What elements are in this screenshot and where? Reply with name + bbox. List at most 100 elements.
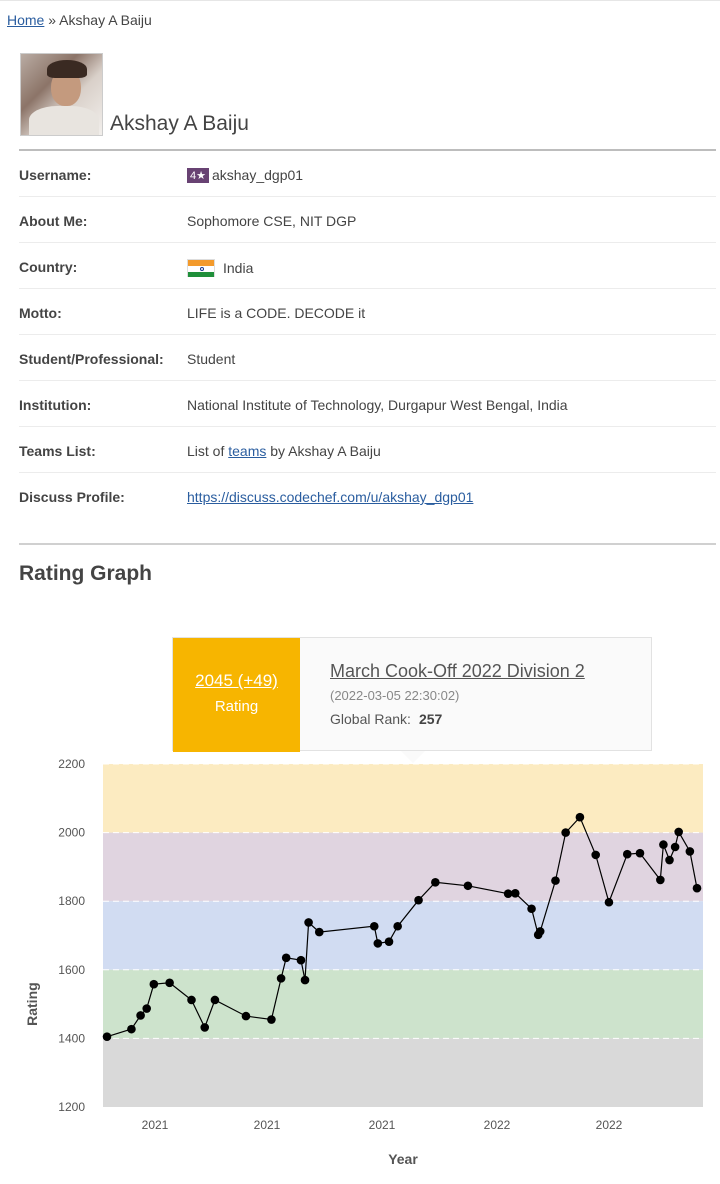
graph-divider xyxy=(19,543,716,545)
institution-value: National Institute of Technology, Durgap… xyxy=(187,397,568,413)
rating-graph-title: Rating Graph xyxy=(19,562,153,585)
rating-point xyxy=(276,974,286,983)
tooltip-global-rank: Global Rank: 257 xyxy=(330,711,442,727)
tooltip-contest-link[interactable]: March Cook-Off 2022 Division 2 xyxy=(330,661,585,682)
teams-suffix: by Akshay A Baiju xyxy=(270,443,381,459)
rating-point xyxy=(300,975,310,985)
country-value: India xyxy=(187,259,253,277)
rating-point xyxy=(510,889,520,898)
rating-point xyxy=(304,918,313,927)
avatar xyxy=(20,53,103,136)
discuss-profile-link[interactable]: https://discuss.codechef.com/u/akshay_dg… xyxy=(187,489,473,505)
rating-point xyxy=(393,921,402,931)
breadcrumb-separator: » xyxy=(48,12,57,28)
rating-point xyxy=(635,848,645,858)
info-row-username: Username: 4★ akshay_dgp01 xyxy=(19,151,716,197)
y-axis-title: Rating xyxy=(24,982,40,1026)
rating-point xyxy=(149,979,159,989)
student-value: Student xyxy=(187,351,236,367)
teams-prefix: List of xyxy=(187,443,225,459)
rating-chart: 1200 1400 1600 1800 2000 2200 2021 2021 2021 2022… xyxy=(24,757,703,1167)
tooltip-rating-label: Rating xyxy=(214,698,259,715)
y-tick-label: 1800 xyxy=(58,894,85,908)
rating-point xyxy=(142,1004,152,1013)
y-tick-label: 1200 xyxy=(58,1100,85,1114)
rating-point xyxy=(281,953,291,963)
rating-point xyxy=(685,847,695,856)
country-label: Country: xyxy=(19,259,78,275)
rating-point xyxy=(136,1011,145,1020)
rating-point xyxy=(296,955,306,965)
username-text: akshay_dgp01 xyxy=(211,167,304,183)
x-tick-label: 2021 xyxy=(254,1118,281,1132)
breadcrumb-home-link[interactable]: Home xyxy=(7,12,44,28)
x-tick-label: 2022 xyxy=(484,1118,511,1132)
rating-point xyxy=(267,1015,276,1024)
tooltip-rating-value[interactable]: 2045 (+49) xyxy=(173,671,300,691)
india-flag-icon xyxy=(187,259,215,277)
rating-point xyxy=(591,850,600,860)
rating-point xyxy=(210,995,220,1005)
info-row-student: Student/Professional: Student xyxy=(19,335,716,381)
contest-tooltip: 2045 (+49) Rating March Cook-Off 2022 Di… xyxy=(172,637,652,763)
rating-point xyxy=(384,937,394,946)
rating-point xyxy=(656,875,665,885)
motto-value: LIFE is a CODE. DECODE it xyxy=(187,305,366,321)
rating-point xyxy=(200,1023,210,1032)
rating-point xyxy=(102,1032,112,1041)
rating-point xyxy=(551,876,560,885)
rating-point xyxy=(431,878,440,887)
y-tick-label: 1400 xyxy=(58,1031,85,1045)
rating-point xyxy=(659,840,668,849)
tooltip-rating-panel: 2045 (+49) Rating xyxy=(173,638,300,752)
student-label: Student/Professional: xyxy=(19,351,164,367)
about-value: Sophomore CSE, NIT DGP xyxy=(187,213,357,229)
x-tick-label: 2021 xyxy=(142,1118,169,1132)
breadcrumb: Home » Akshay A Baiju xyxy=(7,12,152,28)
x-axis-title: Year xyxy=(388,1151,418,1167)
rating-point xyxy=(622,849,632,859)
top-divider xyxy=(0,0,720,1)
rating-point xyxy=(463,881,473,891)
rating-point xyxy=(604,897,614,907)
rating-point xyxy=(187,995,196,1005)
rating-point xyxy=(127,1024,136,1034)
tooltip-rank-value: 257 xyxy=(418,711,443,727)
rating-point xyxy=(414,895,423,905)
x-tick-label: 2021 xyxy=(369,1118,396,1132)
rating-point xyxy=(561,828,570,837)
discuss-label: Discuss Profile: xyxy=(19,489,125,505)
rating-band-1600 xyxy=(103,901,703,970)
motto-label: Motto: xyxy=(19,305,62,321)
username-value: 4★ akshay_dgp01 xyxy=(187,167,303,183)
breadcrumb-current: Akshay A Baiju xyxy=(59,12,152,28)
rating-point xyxy=(535,927,545,936)
username-label: Username: xyxy=(19,167,92,183)
info-row-country: Country: India xyxy=(19,243,716,289)
y-tick-label: 2200 xyxy=(58,757,85,771)
info-row-about: About Me: Sophomore CSE, NIT DGP xyxy=(19,197,716,243)
teams-label: Teams List: xyxy=(19,443,96,459)
country-text: India xyxy=(223,260,254,276)
rating-point xyxy=(241,1011,251,1021)
info-row-motto: Motto: LIFE is a CODE. DECODE it xyxy=(19,289,716,335)
info-row-discuss: Discuss Profile: https://discuss.codeche… xyxy=(19,473,716,519)
rating-band-1200 xyxy=(103,1038,703,1107)
rating-point xyxy=(665,855,674,865)
rating-point xyxy=(165,978,174,988)
institution-label: Institution: xyxy=(19,397,92,413)
y-tick-label: 2000 xyxy=(58,826,85,840)
rating-point xyxy=(674,827,683,837)
rating-band-2000 xyxy=(103,764,703,833)
rating-point xyxy=(575,812,585,822)
rating-point xyxy=(692,883,702,893)
info-row-teams: Teams List: List of teams by Akshay A Ba… xyxy=(19,427,716,473)
rating-point xyxy=(314,927,324,937)
info-row-institution: Institution: National Institute of Techn… xyxy=(19,381,716,427)
about-label: About Me: xyxy=(19,213,88,229)
tooltip-contest-date: (2022-03-05 22:30:02) xyxy=(330,688,460,703)
star-rating-badge: 4★ xyxy=(187,168,209,183)
teams-link[interactable]: teams xyxy=(228,443,266,459)
rating-point xyxy=(373,939,383,948)
discuss-value: https://discuss.codechef.com/u/akshay_dg… xyxy=(187,489,473,505)
